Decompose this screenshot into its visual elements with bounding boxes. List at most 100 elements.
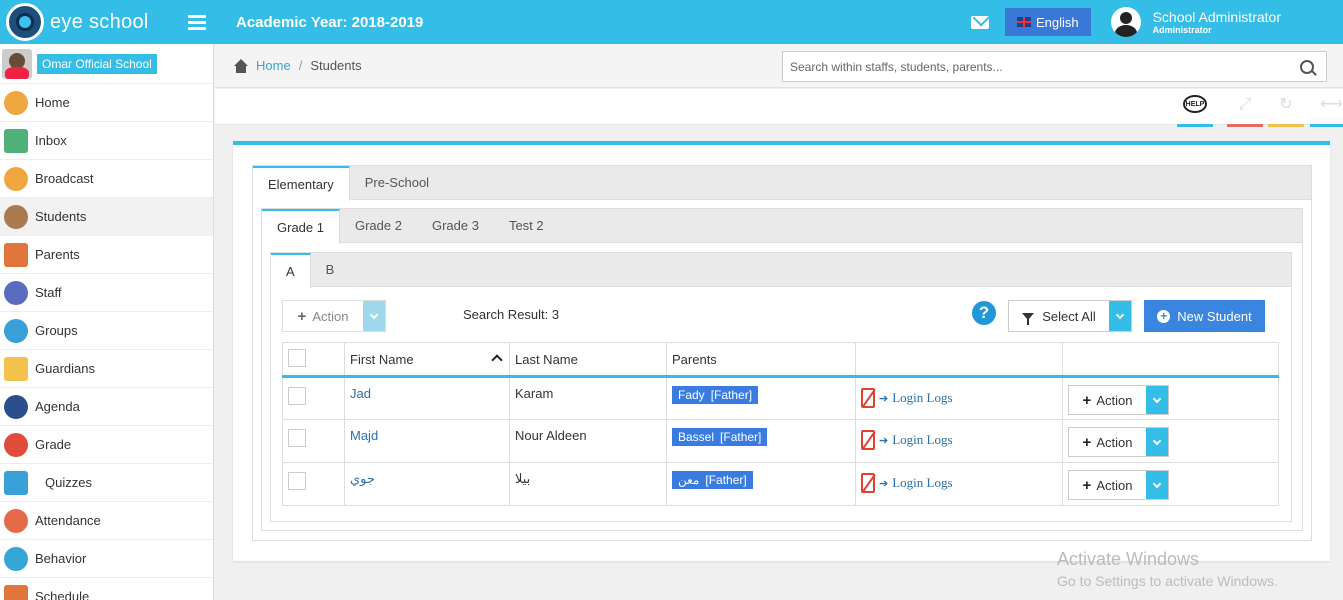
column-header-last-name[interactable]: Last Name (509, 342, 667, 377)
row-action-button[interactable]: + Action (1068, 385, 1169, 415)
parent-badge[interactable]: معن [Father] (672, 471, 753, 489)
row-checkbox[interactable] (288, 472, 306, 490)
sidebar-item-label: Behavior (35, 551, 87, 566)
column-header-first-name[interactable]: First Name (344, 342, 510, 377)
chevron-down-icon (1152, 436, 1162, 445)
row-action-button[interactable]: + Action (1068, 470, 1169, 500)
select-all-filter[interactable]: Select All (1008, 300, 1132, 332)
sidebar-item-behavior[interactable]: Behavior (0, 540, 213, 578)
login-logs-link[interactable]: ➔ Login Logs (861, 386, 1057, 408)
tab-test-2[interactable]: Test 2 (494, 209, 559, 242)
select-all-label: Select All (1042, 308, 1096, 324)
column-header-actions (1062, 342, 1279, 377)
bulk-action-button[interactable]: + Action (282, 300, 386, 332)
sidebar-item-broadcast[interactable]: Broadcast (0, 160, 213, 198)
help-button[interactable]: HELP (1177, 93, 1213, 127)
help-question-icon[interactable]: ? (972, 301, 996, 325)
row-checkbox[interactable] (288, 387, 306, 405)
sidebar-item-home[interactable]: Home (0, 84, 213, 122)
sidebar-item-schedule[interactable]: Schedule (0, 578, 213, 600)
inbox-icon (4, 128, 28, 153)
language-label: English (1035, 14, 1079, 30)
app-name: eye school (50, 10, 149, 33)
row-action-dropdown[interactable] (1146, 471, 1168, 499)
sidebar-item-label: Agenda (35, 399, 80, 414)
parents-cell: Bassel [Father] (666, 419, 856, 463)
sidebar-item-label: Grade (35, 437, 72, 452)
sidebar-item-inbox[interactable]: Inbox (0, 122, 213, 160)
fullscreen-color-bar (1227, 124, 1263, 127)
tab-grade-1[interactable]: Grade 1 (262, 209, 340, 244)
students-table: First Name Last Name Parents Jad Karam Fad… (282, 342, 1279, 506)
language-button[interactable]: English (1004, 8, 1091, 36)
student-first-name-link[interactable]: جوي (350, 471, 375, 486)
sidebar-item-quizzes[interactable]: Quizzes (0, 464, 213, 502)
sidebar-item-guardians[interactable]: Guardians (0, 350, 213, 388)
student-last-name: Nour Aldeen (515, 428, 587, 443)
login-logs-link[interactable]: ➔ Login Logs (861, 471, 1057, 493)
fullscreen-button[interactable]: ⤢ (1227, 93, 1263, 127)
table-row: Jad Karam Fady [Father] ➔ Login Logs + Action (282, 376, 1279, 420)
new-student-button[interactable]: + New Student (1144, 300, 1265, 332)
home-icon (4, 90, 28, 115)
row-select-cell (282, 462, 345, 506)
parent-badge[interactable]: Bassel [Father] (672, 428, 768, 446)
students-panel: Elementary Pre-School Grade 1 Grade 2 Gr… (233, 141, 1330, 561)
tab-elementary[interactable]: Elementary (253, 166, 350, 201)
user-avatar[interactable] (1110, 7, 1141, 37)
sidebar: Omar Official School Home Inbox Broadcast S… (0, 44, 214, 600)
resize-icon: ⟷ (1320, 96, 1343, 113)
user-menu[interactable]: School Administrator Administrator (1153, 10, 1281, 35)
last-name-cell: Karam (509, 376, 667, 420)
tab-section-a[interactable]: A (271, 253, 311, 288)
refresh-button[interactable]: ↻ (1268, 93, 1304, 127)
row-action-button[interactable]: + Action (1068, 427, 1169, 457)
sidebar-item-agenda[interactable]: Agenda (0, 388, 213, 426)
top-bar: eye school Academic Year: 2018-2019 Engl… (0, 0, 1343, 44)
tab-section-b[interactable]: B (311, 253, 350, 286)
student-first-name-link[interactable]: Jad (350, 386, 371, 401)
sort-ascending-icon[interactable] (491, 353, 503, 366)
logo[interactable]: eye school (0, 3, 180, 41)
student-first-name-link[interactable]: Majd (350, 428, 378, 443)
resize-color-bar (1310, 124, 1343, 127)
bulk-action-dropdown[interactable] (363, 301, 385, 331)
select-all-checkbox[interactable] (288, 348, 306, 367)
tab-pre-school[interactable]: Pre-School (350, 166, 444, 199)
sidebar-item-label: Broadcast (35, 171, 94, 186)
breadcrumb-home-link[interactable]: Home (256, 58, 291, 73)
row-action-dropdown[interactable] (1146, 386, 1168, 414)
watermark-title: Activate Windows (1057, 549, 1200, 569)
first-name-cell: جوي (344, 462, 510, 506)
guardians-icon (4, 356, 28, 381)
sidebar-item-students[interactable]: Students (0, 198, 213, 236)
breadcrumb-current: Students (310, 58, 362, 73)
tab-grade-2[interactable]: Grade 2 (340, 209, 417, 242)
chevron-down-icon (1115, 310, 1125, 319)
row-action-dropdown[interactable] (1146, 428, 1168, 456)
schedule-icon (4, 584, 28, 600)
breadcrumb-separator: / (298, 58, 303, 73)
last-name-cell: بيلا (509, 462, 667, 506)
school-avatar (2, 48, 32, 79)
sidebar-item-parents[interactable]: Parents (0, 236, 213, 274)
new-student-label: New Student (1177, 308, 1252, 324)
first-name-cell: Jad (344, 376, 510, 420)
sidebar-item-grade[interactable]: Grade (0, 426, 213, 464)
resize-button[interactable]: ⟷ (1310, 93, 1343, 127)
search-icon[interactable] (1300, 59, 1314, 74)
mail-icon[interactable] (970, 15, 989, 29)
tab-grade-3[interactable]: Grade 3 (417, 209, 494, 242)
menu-toggle-icon[interactable] (188, 14, 206, 30)
home-icon[interactable] (233, 58, 249, 73)
sidebar-item-staff[interactable]: Staff (0, 274, 213, 312)
select-all-dropdown[interactable] (1109, 301, 1131, 331)
sidebar-item-attendance[interactable]: Attendance (0, 502, 213, 540)
sidebar-item-label: Quizzes (45, 475, 92, 490)
school-name-badge[interactable]: Omar Official School (37, 53, 157, 74)
login-logs-link[interactable]: ➔ Login Logs (861, 428, 1057, 450)
sidebar-item-groups[interactable]: Groups (0, 312, 213, 350)
search-input[interactable] (783, 59, 1300, 74)
row-checkbox[interactable] (288, 429, 306, 447)
parent-badge[interactable]: Fady [Father] (672, 386, 759, 404)
